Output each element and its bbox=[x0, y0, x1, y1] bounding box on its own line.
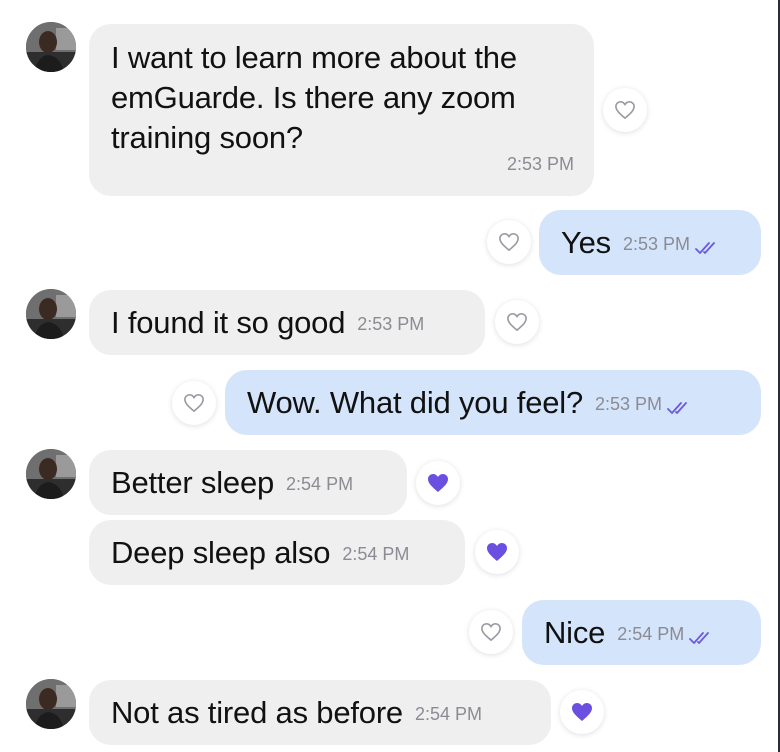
read-receipt-double-check-icon bbox=[688, 618, 714, 654]
message-timestamp: 2:53 PM bbox=[622, 234, 691, 254]
reaction-button[interactable] bbox=[603, 88, 647, 132]
contact-avatar[interactable] bbox=[26, 679, 76, 729]
read-receipt-double-check-icon bbox=[694, 228, 720, 264]
reaction-button[interactable] bbox=[495, 300, 539, 344]
message-text: Wow. What did you feel? bbox=[247, 384, 584, 420]
heart-filled-icon bbox=[572, 703, 592, 721]
avatar-photo-icon bbox=[26, 449, 76, 499]
message-timestamp: 2:53 PM bbox=[595, 394, 663, 414]
avatar-photo-icon bbox=[26, 289, 76, 339]
reaction-button[interactable] bbox=[469, 610, 513, 654]
heart-filled-icon bbox=[428, 474, 448, 492]
contact-avatar[interactable] bbox=[26, 289, 76, 339]
message-text: Nice bbox=[544, 614, 606, 650]
reaction-button[interactable] bbox=[487, 220, 531, 264]
message-bubble-outgoing[interactable]: Wow. What did you feel? 2:53 PM bbox=[225, 370, 761, 435]
message-timestamp: 2:54 PM bbox=[414, 704, 483, 724]
contact-avatar[interactable] bbox=[26, 22, 76, 72]
message-timestamp: 2:53 PM bbox=[357, 314, 425, 334]
message-text: Yes bbox=[561, 224, 611, 260]
message-bubble-outgoing[interactable]: Yes 2:53 PM bbox=[539, 210, 761, 275]
heart-outline-icon bbox=[481, 622, 501, 642]
heart-outline-icon bbox=[499, 232, 519, 252]
message-timestamp: 2:54 PM bbox=[617, 624, 685, 644]
message-text: I found it so good bbox=[111, 304, 346, 340]
message-text-line: emGuarde. Is there any zoom bbox=[111, 80, 516, 115]
message-bubble-outgoing[interactable]: Nice 2:54 PM bbox=[522, 600, 761, 665]
reaction-button[interactable] bbox=[172, 381, 216, 425]
read-receipt-double-check-icon bbox=[666, 388, 692, 424]
message-text: Not as tired as before bbox=[111, 694, 403, 730]
reaction-button[interactable] bbox=[475, 530, 519, 574]
heart-outline-icon bbox=[507, 312, 527, 332]
avatar-photo-icon bbox=[26, 22, 76, 72]
message-timestamp: 2:53 PM bbox=[506, 154, 574, 174]
contact-avatar[interactable] bbox=[26, 449, 76, 499]
message-timestamp: 2:54 PM bbox=[342, 544, 410, 564]
message-timestamp: 2:54 PM bbox=[286, 474, 354, 494]
reaction-button[interactable] bbox=[416, 461, 460, 505]
message-bubble-incoming[interactable]: Deep sleep also 2:54 PM bbox=[89, 520, 465, 585]
message-text-line: I want to learn more about the bbox=[111, 40, 517, 75]
avatar-photo-icon bbox=[26, 679, 76, 729]
message-bubble-incoming[interactable]: I want to learn more about the emGuarde.… bbox=[89, 24, 594, 196]
message-bubble-incoming[interactable]: Not as tired as before 2:54 PM bbox=[89, 680, 551, 745]
heart-outline-icon bbox=[615, 100, 635, 120]
message-bubble-incoming[interactable]: I found it so good 2:53 PM bbox=[89, 290, 485, 355]
message-text: Better sleep bbox=[111, 464, 275, 500]
message-bubble-incoming[interactable]: Better sleep 2:54 PM bbox=[89, 450, 407, 515]
message-text: Deep sleep also bbox=[111, 534, 331, 570]
message-text-line: training soon? bbox=[111, 120, 303, 155]
heart-filled-icon bbox=[487, 543, 507, 561]
heart-outline-icon bbox=[184, 393, 204, 413]
reaction-button[interactable] bbox=[560, 690, 604, 734]
